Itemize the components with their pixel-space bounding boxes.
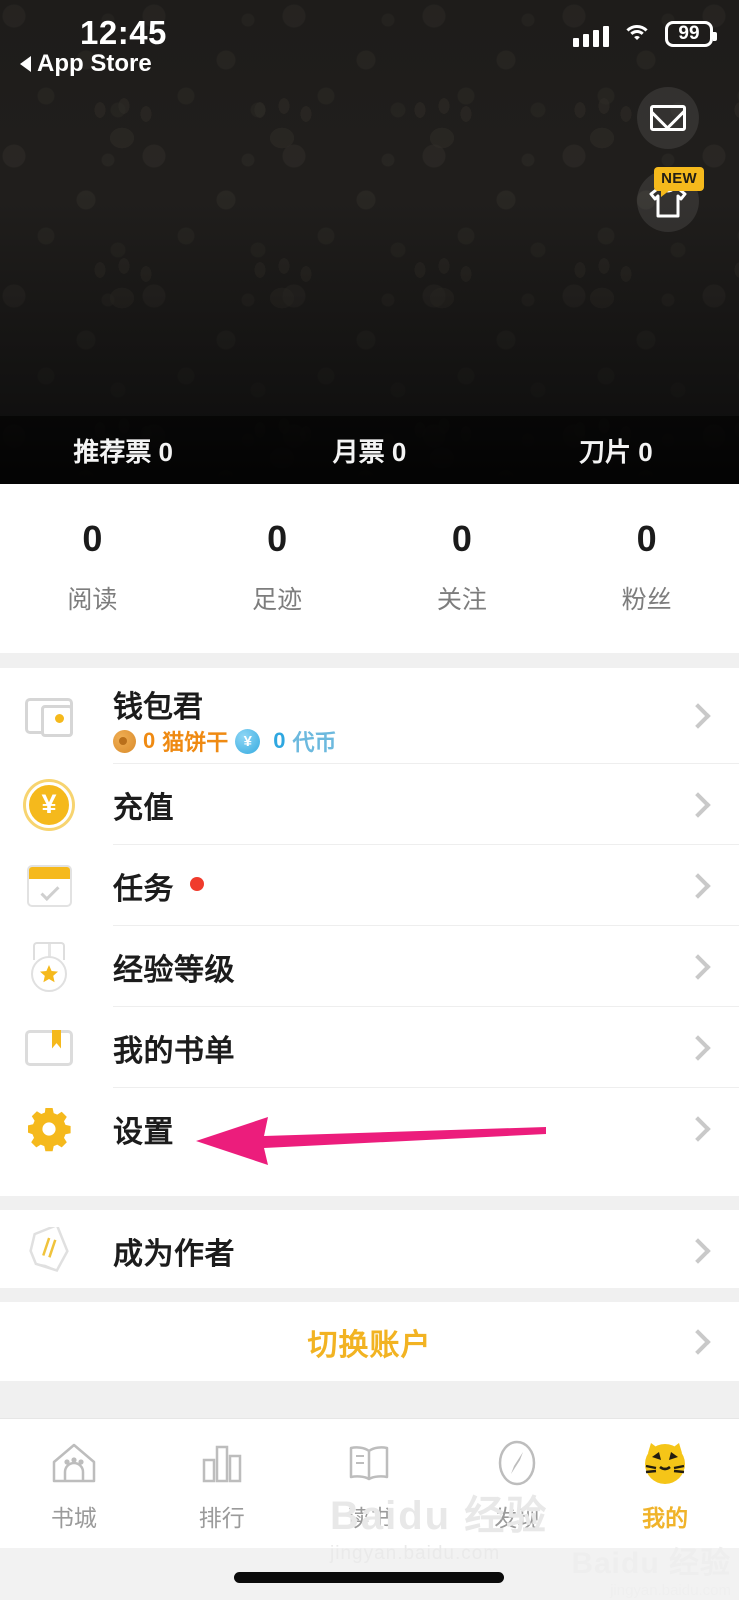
vote-recommend[interactable]: 推荐票 0 bbox=[0, 432, 246, 469]
cookie-coin-icon bbox=[113, 729, 136, 753]
stat-read-value: 0 bbox=[82, 518, 103, 559]
status-bar: 12:45 99 bbox=[0, 0, 739, 56]
chevron-right-icon bbox=[685, 872, 711, 899]
home-indicator bbox=[234, 1572, 504, 1583]
battery-icon: 99 bbox=[665, 21, 717, 47]
unread-red-dot bbox=[190, 876, 204, 891]
menu-item-wallet[interactable]: 钱包君 0 猫饼干 ¥ 0 代币 bbox=[0, 668, 739, 764]
section-gap bbox=[0, 1381, 739, 1418]
switch-account-button[interactable]: 切换账户 bbox=[0, 1302, 739, 1381]
back-link-label: App Store bbox=[37, 50, 152, 77]
bottom-tab-bar: 书城 排行 读书 发现 我的 bbox=[0, 1418, 739, 1548]
yen-coin-icon: ¥ bbox=[235, 728, 261, 754]
cat-face-icon bbox=[641, 1439, 689, 1487]
tab-mine-label: 我的 bbox=[642, 1505, 689, 1531]
tab-mine[interactable]: 我的 bbox=[591, 1419, 739, 1533]
yen-coin-icon: ¥ bbox=[20, 776, 78, 834]
bookmark-card-icon bbox=[20, 1019, 78, 1077]
section-gap bbox=[0, 653, 739, 668]
chevron-right-icon bbox=[685, 1115, 711, 1142]
profile-header: 12:45 99 App Store NEW 推荐票 0 月票 0 刀片 0 bbox=[0, 0, 739, 484]
wallet-icon bbox=[20, 687, 78, 745]
author-card: 成为作者 bbox=[0, 1210, 739, 1288]
chevron-right-icon bbox=[685, 1237, 711, 1264]
token-label: 代币 bbox=[292, 730, 337, 755]
shirt-store-button[interactable]: NEW bbox=[637, 167, 704, 232]
calendar-check-icon bbox=[20, 857, 78, 915]
menu-item-settings-label: 设置 bbox=[113, 1115, 174, 1149]
stat-read[interactable]: 0 阅读 bbox=[0, 521, 185, 616]
cookie-value: 0 bbox=[143, 728, 156, 753]
stat-footprints-value: 0 bbox=[267, 518, 288, 559]
battery-level-label: 99 bbox=[678, 23, 700, 44]
main-menu-card: 钱包君 0 猫饼干 ¥ 0 代币 ¥ 充值 任务 经验等级 我的书单 设置 bbox=[0, 668, 739, 1196]
tab-reading[interactable]: 读书 bbox=[296, 1419, 444, 1533]
medal-star-icon bbox=[20, 938, 78, 996]
menu-item-my-booklist-label: 我的书单 bbox=[113, 1034, 235, 1068]
back-caret-icon bbox=[20, 56, 31, 72]
back-to-app-store-link[interactable]: App Store bbox=[20, 50, 152, 78]
stat-fans-label: 粉丝 bbox=[621, 586, 672, 614]
section-gap bbox=[0, 1196, 739, 1210]
stat-following-value: 0 bbox=[451, 518, 472, 559]
menu-item-my-booklist[interactable]: 我的书单 bbox=[0, 1007, 739, 1088]
wifi-icon bbox=[622, 25, 652, 47]
stat-footprints[interactable]: 0 足迹 bbox=[185, 521, 370, 616]
menu-item-recharge[interactable]: ¥ 充值 bbox=[0, 764, 739, 845]
stat-following[interactable]: 0 关注 bbox=[370, 521, 555, 616]
bar-chart-icon bbox=[200, 1439, 244, 1487]
vote-stats-row: 推荐票 0 月票 0 刀片 0 bbox=[0, 416, 739, 484]
gear-icon bbox=[20, 1100, 78, 1158]
user-stats-row: 0 阅读 0 足迹 0 关注 0 粉丝 bbox=[0, 484, 739, 653]
tab-ranking-label: 排行 bbox=[198, 1505, 245, 1531]
wallet-title: 钱包君 bbox=[113, 691, 203, 724]
tab-ranking[interactable]: 排行 bbox=[148, 1419, 296, 1533]
menu-item-become-author[interactable]: 成为作者 bbox=[0, 1210, 739, 1291]
open-book-icon bbox=[346, 1439, 392, 1487]
menu-item-settings[interactable]: 设置 bbox=[0, 1088, 739, 1169]
new-badge: NEW bbox=[654, 167, 704, 197]
compass-icon bbox=[497, 1439, 537, 1487]
menu-item-experience-level-label: 经验等级 bbox=[113, 953, 235, 987]
tab-bookstore-label: 书城 bbox=[50, 1505, 97, 1531]
tab-discover-label: 发现 bbox=[494, 1505, 541, 1531]
chevron-right-icon bbox=[685, 1034, 711, 1061]
stat-following-label: 关注 bbox=[436, 586, 487, 614]
stat-footprints-label: 足迹 bbox=[252, 586, 303, 614]
stat-fans[interactable]: 0 粉丝 bbox=[554, 521, 739, 616]
menu-item-experience-level[interactable]: 经验等级 bbox=[0, 926, 739, 1007]
chevron-right-icon bbox=[685, 953, 711, 980]
watermark-url-corner: jingyan.baidu.com bbox=[610, 1582, 731, 1599]
switch-account-card: 切换账户 bbox=[0, 1302, 739, 1381]
t-shirt-icon: NEW bbox=[648, 167, 704, 219]
chevron-right-icon bbox=[685, 791, 711, 818]
mail-button[interactable] bbox=[637, 87, 699, 149]
signal-bars-icon bbox=[573, 25, 609, 47]
vote-blade[interactable]: 刀片 0 bbox=[493, 432, 739, 469]
status-bar-indicators: 99 bbox=[573, 19, 717, 47]
section-gap bbox=[0, 1288, 739, 1302]
chevron-right-icon bbox=[685, 1328, 711, 1355]
tab-reading-label: 读书 bbox=[346, 1505, 393, 1531]
status-bar-time: 12:45 bbox=[80, 14, 167, 51]
chevron-right-icon bbox=[685, 703, 711, 729]
tab-discover[interactable]: 发现 bbox=[443, 1419, 591, 1533]
vote-monthly[interactable]: 月票 0 bbox=[246, 432, 492, 469]
switch-account-label: 切换账户 bbox=[307, 1328, 432, 1362]
cookie-label: 猫饼干 bbox=[162, 730, 229, 755]
pencil-icon bbox=[20, 1222, 78, 1280]
tab-bookstore[interactable]: 书城 bbox=[0, 1419, 148, 1533]
app-root: 12:45 99 App Store NEW 推荐票 0 月票 0 刀片 0 0… bbox=[0, 0, 739, 1600]
menu-item-tasks[interactable]: 任务 bbox=[0, 845, 739, 926]
menu-item-recharge-label: 充值 bbox=[113, 791, 174, 825]
stat-read-label: 阅读 bbox=[67, 586, 118, 614]
menu-item-become-author-label: 成为作者 bbox=[113, 1237, 235, 1271]
stat-fans-value: 0 bbox=[636, 518, 657, 559]
mail-envelope-icon bbox=[650, 105, 686, 131]
menu-item-tasks-label: 任务 bbox=[113, 864, 204, 908]
token-value: 0 bbox=[273, 728, 286, 753]
house-icon bbox=[51, 1439, 97, 1487]
wallet-balances: 0 猫饼干 ¥ 0 代币 bbox=[113, 725, 337, 757]
